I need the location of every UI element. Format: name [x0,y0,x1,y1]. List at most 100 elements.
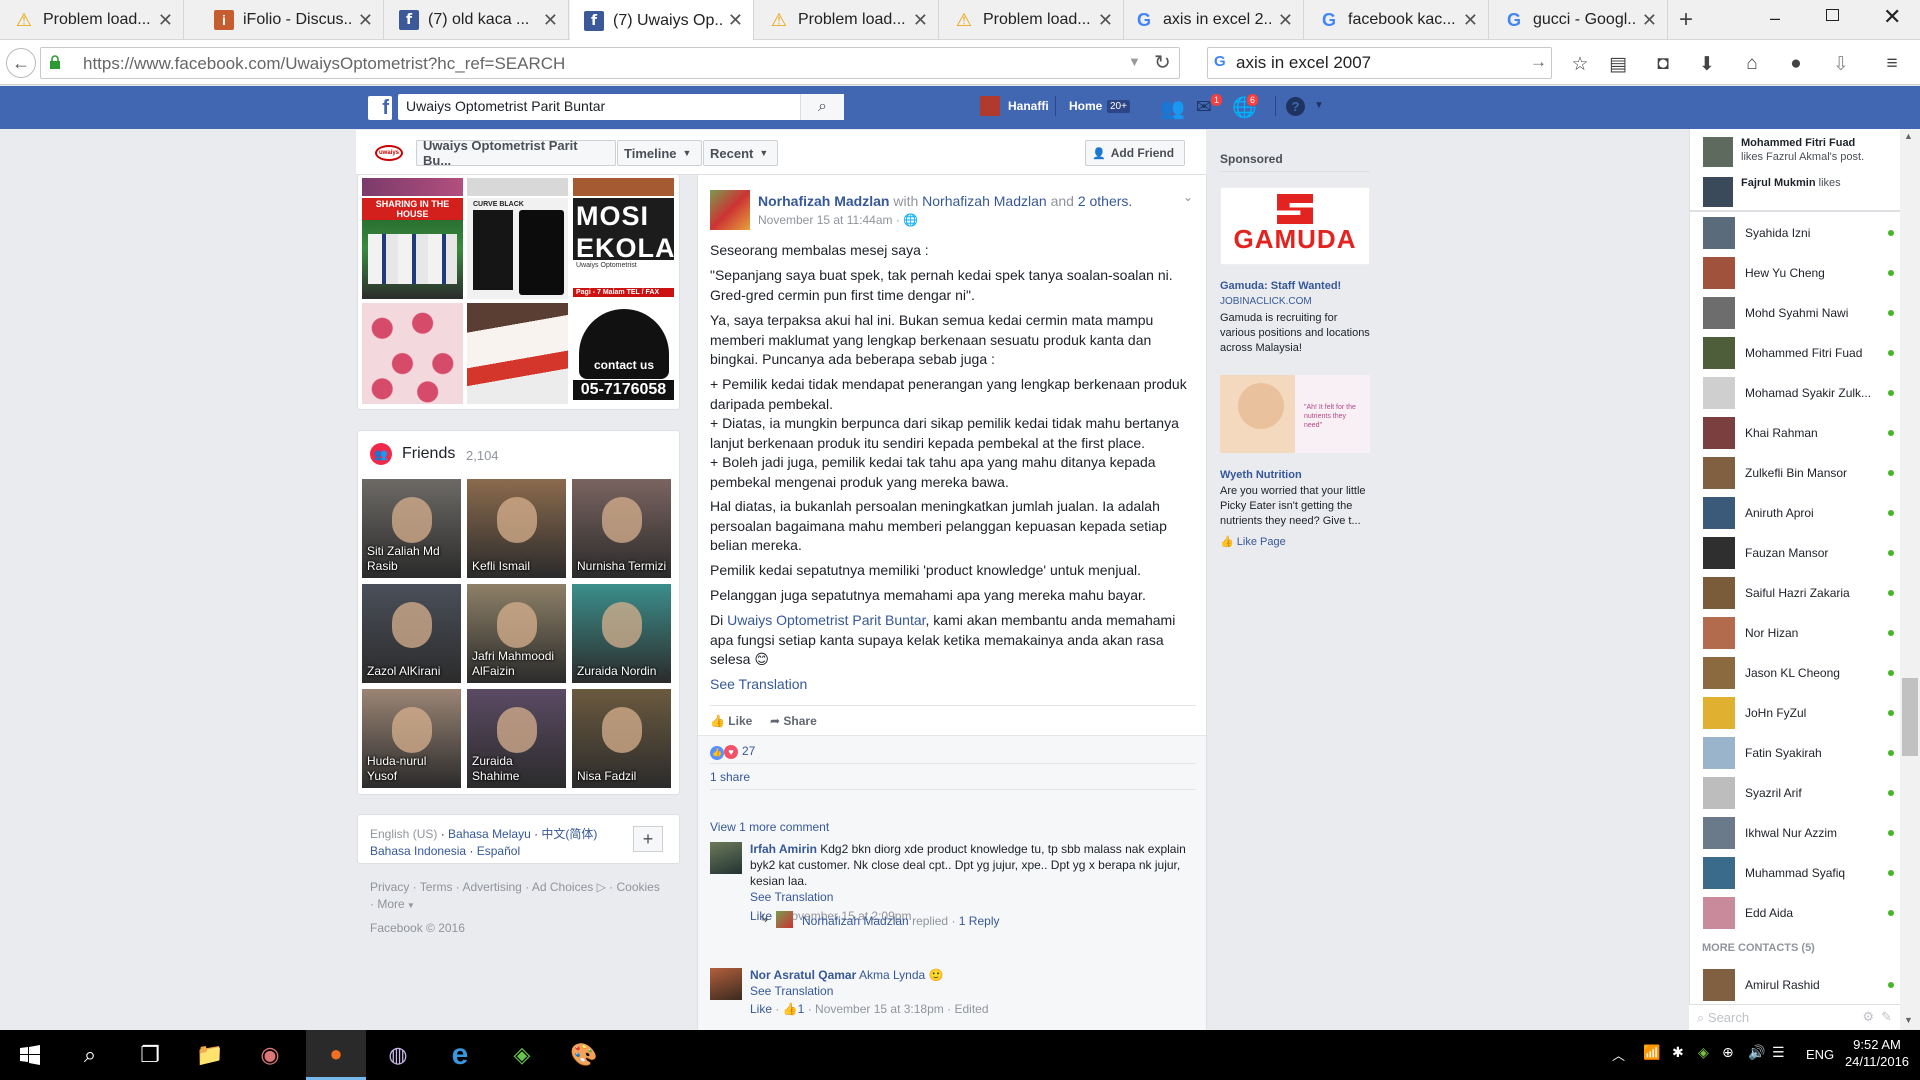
close-tab-icon[interactable]: ✕ [543,10,558,31]
action-center-icon[interactable]: ☰ [1772,1044,1785,1061]
post-others-link[interactable]: 2 others. [1078,193,1132,209]
facebook-search-button[interactable]: ⌕ [800,94,844,120]
terms-link[interactable]: Terms [420,880,453,894]
help-icon[interactable]: ? [1286,97,1305,116]
reading-list-icon[interactable]: ▤ [1605,51,1631,77]
file-explorer-icon[interactable]: 📁 [180,1030,240,1080]
chat-bubble-icon[interactable]: ● [1783,51,1809,77]
browser-search-box[interactable]: G axis in excel 2007 → [1207,47,1552,79]
chat-contact[interactable]: Fauzan Mansor [1690,533,1920,573]
friends-title[interactable]: Friends [402,445,455,463]
photo-thumb[interactable] [467,303,568,404]
scrollbar-thumb[interactable] [1902,678,1918,756]
chat-contact[interactable]: Saiful Hazri Zakaria [1690,573,1920,613]
like-page-link[interactable]: 👍 Like Page [1220,535,1370,550]
chat-contact[interactable]: Amirul Rashid [1690,965,1920,1005]
page-scrollbar[interactable] [1900,129,1920,1029]
ticker-item[interactable]: Fajrul Mukmin likes [1690,174,1900,210]
post-options-chevron-icon[interactable]: ⌄ [1183,190,1193,204]
post-tagged-link[interactable]: Norhafizah Madzlan [922,193,1047,209]
browser-tab[interactable]: ⚠ Problem load... ✕ [940,0,1124,40]
photo-thumb[interactable] [362,303,463,404]
friend-tile[interactable]: Zazol AlKirani [362,584,461,683]
tray-app-icon[interactable]: ⊕ [1722,1044,1734,1061]
new-tab-button[interactable]: + [1672,6,1700,34]
photo-thumb[interactable] [362,178,463,196]
chat-contact[interactable]: Muhammad Syafiq [1690,853,1920,893]
chat-contact[interactable]: Syahida Izni [1690,213,1920,253]
like-button[interactable]: 👍 Like [710,714,752,728]
photo-thumb[interactable] [573,178,674,196]
back-button-icon[interactable]: ← [6,48,36,78]
page-profile-thumb[interactable]: uwaiys [375,145,403,161]
close-tab-icon[interactable]: ✕ [728,10,743,31]
scroll-up-arrow-icon[interactable]: ▲ [1904,131,1913,141]
adchoices-link[interactable]: Ad Choices [532,880,593,894]
facebook-logo-icon[interactable]: f [368,96,392,120]
chat-contact[interactable]: Edd Aida [1690,893,1920,933]
photo-thumb[interactable] [467,178,568,196]
photo-thumb[interactable]: CURVE BLACK [467,198,568,299]
compose-icon[interactable]: ✎ [1881,1009,1892,1025]
pocket-icon[interactable]: ◘ [1650,51,1676,77]
friend-tile[interactable]: Zuraida Nordin [572,584,671,683]
tray-app-icon[interactable]: ◈ [1698,1044,1709,1061]
photo-thumb[interactable]: contact us 05-7176058 [573,303,674,404]
input-language[interactable]: ENG [1806,1047,1834,1062]
add-friend-button[interactable]: 👤 Add Friend [1085,140,1185,166]
chat-contact[interactable]: Fatin Syakirah [1690,733,1920,773]
browser-tab[interactable]: ⚠ Problem load... ✕ [0,0,184,40]
account-dropdown-icon[interactable]: ▼ [1314,100,1324,111]
chat-contact[interactable]: Aniruth Aproi [1690,493,1920,533]
download-arrow-icon[interactable]: ⬇ [1694,51,1720,77]
network-icon[interactable]: 📶 [1643,1044,1660,1061]
search-icon[interactable]: ⌕ [60,1030,120,1080]
downloads-icon[interactable]: ⇩ [1828,51,1854,77]
photo-thumb[interactable]: MOSI EKOLAH Uwaiys Optometrist Pagi - 7 … [573,198,674,299]
app-icon[interactable]: ◈ [492,1030,552,1080]
friend-tile[interactable]: Huda-nurul Yusof [362,689,461,788]
window-minimize-button[interactable]: – [1770,8,1780,29]
advertising-link[interactable]: Advertising [462,880,521,894]
friend-tile[interactable]: Siti Zaliah Md Rasib [362,479,461,578]
close-tab-icon[interactable]: ✕ [1278,10,1293,31]
volume-icon[interactable]: 🔊 [1748,1044,1765,1061]
windows-start-icon[interactable] [0,1030,60,1080]
gamuda-ad-image[interactable]: GAMUDA [1220,187,1370,265]
bluetooth-icon[interactable]: ✱ [1672,1044,1684,1061]
home-link[interactable]: Home [1069,99,1102,113]
comment-time[interactable]: November 15 at 3:18pm [815,1002,944,1016]
comment-author-link[interactable]: Irfah Amirin [750,842,817,856]
window-close-button[interactable]: ✕ [1883,4,1901,30]
chat-contact[interactable]: Nor Hizan [1690,613,1920,653]
snipping-app-icon[interactable]: ◉ [240,1030,300,1080]
friend-tile[interactable]: Zuraida Shahime [467,689,566,788]
app-icon[interactable]: ◍ [368,1030,428,1080]
comment-edited[interactable]: Edited [954,1002,988,1016]
language-link[interactable]: 中文(简体) [541,827,597,841]
task-view-icon[interactable]: ❐ [120,1030,180,1080]
post-page-mention-link[interactable]: Uwaiys Optometrist Parit Buntar [727,612,925,628]
browser-tab[interactable]: Ggucci - Googl... ✕ [1490,0,1668,40]
comment-like-count[interactable]: 👍1 [783,1002,805,1016]
post-author-link[interactable]: Norhafizah Madzlan [758,193,889,209]
facebook-search-input[interactable]: Uwaiys Optometrist Parit Buntar [398,94,844,120]
user-name-link[interactable]: Hanaffi [1008,99,1049,113]
comment-see-translation[interactable]: See Translation [750,984,833,998]
chat-contact[interactable]: Zulkefli Bin Mansor [1690,453,1920,493]
friend-tile[interactable]: Nisa Fadzil [572,689,671,788]
ad-headline[interactable]: Wyeth Nutrition [1220,468,1370,483]
chat-contact[interactable]: JoHn FyZul [1690,693,1920,733]
chat-contact[interactable]: Mohd Syahmi Nawi [1690,293,1920,333]
comment-tag-link[interactable]: Akma Lynda [859,968,925,982]
browser-tab[interactable]: Gaxis in excel 2... ✕ [1120,0,1304,40]
bookmark-star-icon[interactable]: ☆ [1567,51,1593,77]
chat-contact[interactable]: Ikhwal Nur Azzim [1690,813,1920,853]
more-link[interactable]: More [377,897,404,911]
close-tab-icon[interactable]: ✕ [358,10,373,31]
user-avatar[interactable] [980,96,1000,116]
ad-domain[interactable]: JOBINACLICK.COM [1220,294,1370,309]
menu-icon[interactable]: ≡ [1879,51,1905,77]
search-go-icon[interactable]: → [1530,52,1547,72]
gear-icon[interactable]: ⚙ [1862,1009,1874,1025]
